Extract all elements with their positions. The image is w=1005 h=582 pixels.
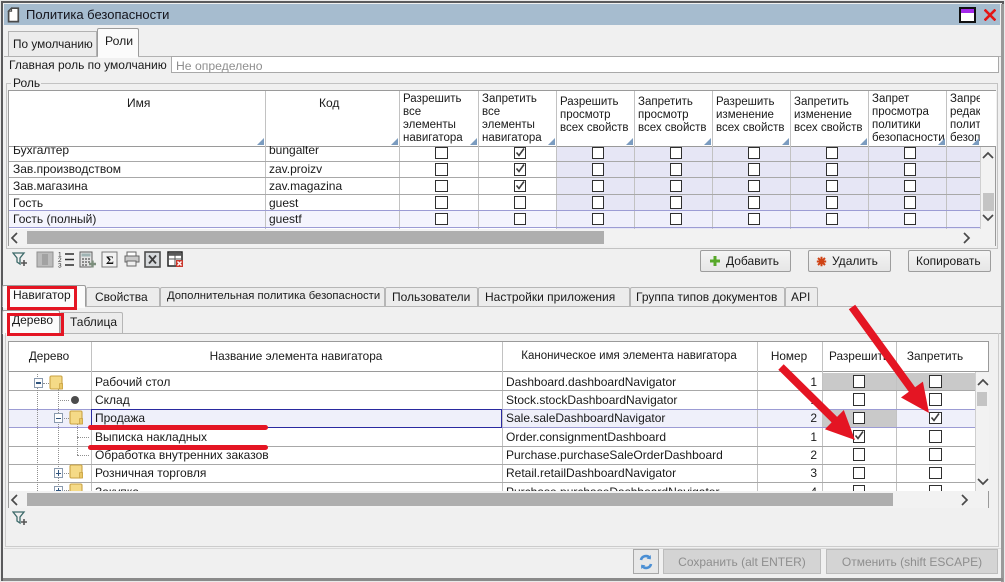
svg-text:3: 3 (58, 263, 62, 270)
svg-text:Σ: Σ (106, 253, 114, 267)
